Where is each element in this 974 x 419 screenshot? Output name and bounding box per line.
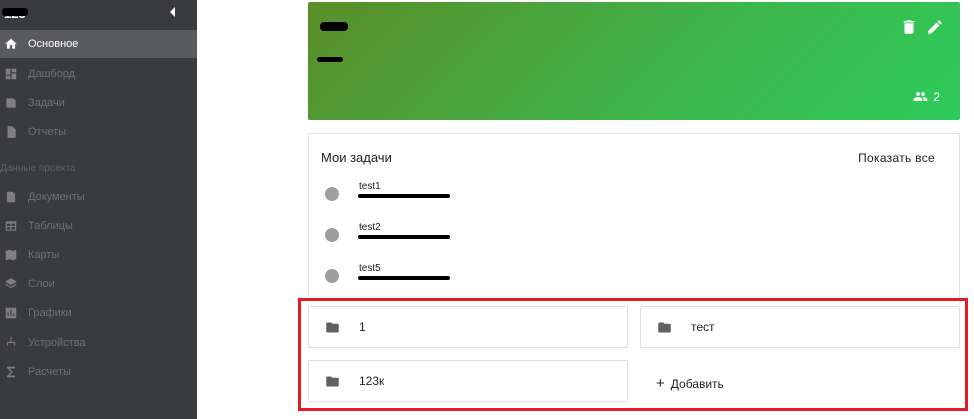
collapse-sidebar-button[interactable] [168, 6, 178, 18]
project-card[interactable]: 2 [308, 2, 960, 120]
sidebar: 123 Основное Дашборд Задачи Отчеты Данны… [0, 0, 197, 419]
folder-item[interactable]: тест [640, 306, 960, 348]
sidebar-item-maps[interactable]: Карты [0, 241, 197, 269]
tasks-icon [6, 98, 16, 108]
my-tasks-panel: Мои задачи Показать все test1 test2 test… [308, 133, 960, 298]
sidebar-item-calculations[interactable]: Расчеты [0, 358, 197, 386]
sidebar-item-label: Расчеты [28, 366, 71, 378]
sidebar-item-label: Карты [28, 249, 60, 261]
app: 123 Основное Дашборд Задачи Отчеты Данны… [0, 0, 974, 419]
task-status-icon[interactable] [325, 228, 339, 242]
home-icon [5, 38, 17, 49]
report-icon [7, 126, 16, 138]
trash-icon [903, 20, 915, 34]
add-folder-label: Добавить [670, 377, 724, 391]
task-name: test1 [359, 181, 381, 192]
folder-icon [326, 376, 339, 387]
task-item[interactable]: test2 [325, 222, 925, 252]
task-item[interactable]: test5 [325, 263, 925, 293]
sidebar-item-label: Дашборд [28, 68, 76, 80]
layers-icon [5, 278, 17, 289]
members-count[interactable]: 2 [913, 89, 940, 104]
sidebar-item-label: Слои [28, 278, 55, 290]
sidebar-item-charts[interactable]: Графики [0, 299, 197, 327]
redaction-mark [358, 276, 450, 280]
task-name: test2 [359, 222, 381, 233]
folder-item[interactable]: 1 [308, 306, 628, 348]
task-status-icon[interactable] [325, 187, 339, 201]
people-icon [913, 92, 928, 101]
redaction-mark [358, 194, 450, 198]
add-folder-button[interactable]: + Добавить [656, 375, 724, 392]
sidebar-item-main[interactable]: Основное [0, 30, 197, 58]
table-icon [5, 221, 17, 231]
chart-icon [5, 307, 17, 319]
members-count-value: 2 [933, 89, 940, 104]
folder-label: 123к [359, 374, 385, 388]
sidebar-item-label: Устройства [28, 337, 86, 349]
redaction-mark [358, 235, 450, 239]
sidebar-item-layers[interactable]: Слои [0, 270, 197, 298]
folder-label: тест [691, 320, 715, 334]
devices-icon [6, 337, 16, 346]
redaction-mark [320, 22, 348, 31]
pencil-icon [928, 20, 942, 34]
sidebar-item-label: Документы [28, 191, 85, 203]
redaction-mark [317, 57, 343, 62]
redaction-mark [2, 8, 28, 16]
sidebar-item-tables[interactable]: Таблицы [0, 212, 197, 240]
sidebar-item-label: Графики [28, 307, 72, 319]
sidebar-item-tasks[interactable]: Задачи [0, 89, 197, 117]
folder-icon [326, 322, 339, 333]
task-status-icon[interactable] [325, 269, 339, 283]
folder-icon [658, 322, 671, 333]
task-name: test5 [359, 263, 381, 274]
sidebar-item-label: Задачи [28, 97, 65, 109]
delete-button[interactable] [900, 18, 918, 36]
sigma-icon [6, 366, 16, 378]
dashboard-icon [5, 68, 17, 80]
my-tasks-title: Мои задачи [321, 150, 392, 165]
task-item[interactable]: test1 [325, 181, 925, 211]
folder-label: 1 [359, 320, 366, 334]
folder-item[interactable]: 123к [308, 360, 628, 402]
sidebar-item-label: Основное [28, 38, 79, 50]
map-icon [5, 249, 17, 261]
sidebar-item-label: Отчеты [28, 126, 67, 138]
sidebar-item-label: Таблицы [28, 220, 73, 232]
sidebar-item-documents[interactable]: Документы [0, 183, 197, 211]
sidebar-item-devices[interactable]: Устройства [0, 329, 197, 357]
edit-button[interactable] [926, 18, 944, 36]
show-all-button[interactable]: Показать все [858, 151, 935, 165]
sidebar-item-dashboard[interactable]: Дашборд [0, 60, 197, 88]
sidebar-item-reports[interactable]: Отчеты [0, 118, 197, 146]
plus-icon: + [656, 375, 665, 392]
sidebar-header: 123 [0, 0, 197, 28]
document-icon [6, 191, 16, 203]
sidebar-section-label: Данные проекта [0, 163, 76, 174]
